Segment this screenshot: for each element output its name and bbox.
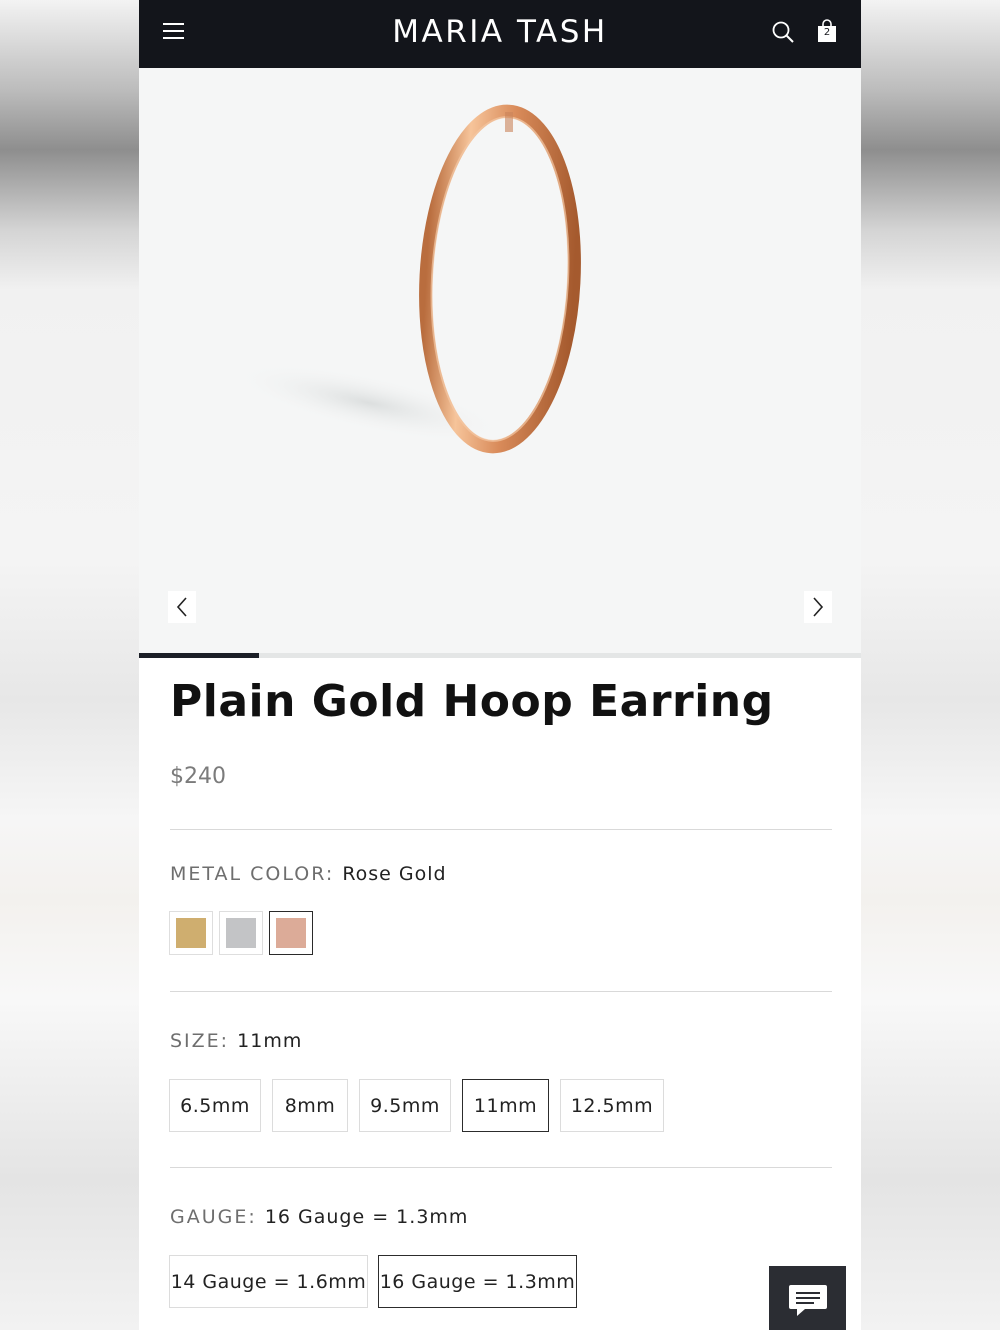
chat-button[interactable] [769,1266,846,1330]
chevron-right-icon [813,597,824,617]
gauge-option-16[interactable]: 16 Gauge = 1.3mm [378,1255,577,1308]
divider [170,1167,832,1168]
product-price: $240 [170,764,226,789]
divider [170,829,832,830]
product-image-gallery[interactable] [139,68,861,654]
chat-bubble-icon [789,1285,827,1316]
size-option-8mm[interactable]: 8mm [272,1079,348,1132]
swatch-white-gold-fill [226,918,256,948]
gallery-progress-fill [139,653,260,658]
metal-color-heading: METAL COLOR: [170,863,335,885]
metal-color-label: METAL COLOR: Rose Gold [170,863,447,885]
search-icon[interactable] [771,20,795,44]
metal-color-value: Rose Gold [342,863,447,885]
swatch-yellow-gold[interactable] [169,911,213,955]
size-option-12-5mm[interactable]: 12.5mm [560,1079,664,1132]
swatch-white-gold[interactable] [219,911,263,955]
gallery-progress-bar [139,653,861,658]
size-label: SIZE: 11mm [170,1030,302,1052]
size-option-11mm[interactable]: 11mm [462,1079,549,1132]
gauge-label: GAUGE: 16 Gauge = 1.3mm [170,1206,468,1228]
swatch-yellow-gold-fill [176,918,206,948]
gauge-value: 16 Gauge = 1.3mm [264,1206,469,1228]
divider [170,991,832,992]
swatch-rose-gold[interactable] [269,911,313,955]
size-option-6-5mm[interactable]: 6.5mm [169,1079,261,1132]
product-title: Plain Gold Hoop Earring [170,676,774,727]
product-image [231,104,581,454]
swatch-rose-gold-fill [276,918,306,948]
size-option-9-5mm[interactable]: 9.5mm [359,1079,451,1132]
chevron-left-icon [176,597,187,617]
gauge-option-14[interactable]: 14 Gauge = 1.6mm [169,1255,368,1308]
site-header: MARIA TASH 2 [139,0,861,68]
brand-logo[interactable]: MARIA TASH [139,14,861,50]
shopping-bag-icon[interactable]: 2 [817,19,837,43]
gallery-next-button[interactable] [804,591,832,623]
gallery-prev-button[interactable] [168,591,196,623]
gauge-heading: GAUGE: [170,1206,257,1228]
product-page: MARIA TASH 2 Plain Gold Hoop Earring $24… [139,0,861,1330]
size-heading: SIZE: [170,1030,230,1052]
cart-count-badge: 2 [823,27,831,38]
size-value: 11mm [237,1030,303,1052]
